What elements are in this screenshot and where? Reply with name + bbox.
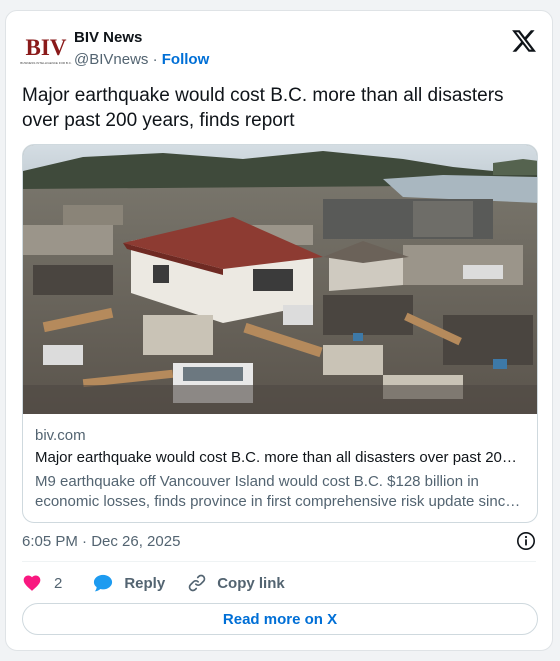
x-logo-icon[interactable] bbox=[512, 29, 536, 53]
link-description: M9 earthquake off Vancouver Island would… bbox=[35, 473, 521, 510]
link-title: Major earthquake would cost B.C. more th… bbox=[35, 449, 517, 466]
avatar-logo-text: BIV bbox=[25, 35, 67, 60]
tsunami-debris-photo bbox=[23, 145, 537, 414]
post-text: Major earthquake would cost B.C. more th… bbox=[22, 85, 504, 131]
speech-bubble-icon bbox=[94, 574, 113, 592]
like-count: 2 bbox=[54, 574, 63, 592]
embedded-post-card: BIV BUSINESS INTELLIGENCE FOR B.C. BIV N… bbox=[5, 10, 553, 651]
link-preview-card[interactable]: biv.com Major earthquake would cost B.C.… bbox=[22, 144, 538, 523]
follow-button[interactable]: Follow bbox=[162, 51, 210, 68]
author-handle-row: @BIVnews · Follow bbox=[74, 51, 209, 68]
post-actions: 2 Reply Copy link bbox=[22, 571, 285, 595]
reply-button[interactable]: Reply bbox=[92, 573, 165, 593]
link-preview-meta: biv.com Major earthquake would cost B.C.… bbox=[35, 426, 525, 512]
author-avatar[interactable]: BIV BUSINESS INTELLIGENCE FOR B.C. bbox=[20, 29, 72, 73]
link-domain: biv.com bbox=[35, 427, 86, 444]
copy-link-button[interactable]: Copy link bbox=[187, 573, 285, 593]
copy-link-label: Copy link bbox=[217, 574, 285, 592]
author-name[interactable]: BIV News bbox=[74, 29, 142, 46]
like-button[interactable]: 2 bbox=[22, 573, 62, 593]
divider bbox=[22, 561, 536, 562]
handle-separator: · bbox=[152, 51, 158, 68]
reply-label: Reply bbox=[124, 574, 166, 592]
link-icon bbox=[188, 574, 206, 592]
info-icon[interactable] bbox=[516, 531, 536, 551]
read-more-button[interactable]: Read more on X bbox=[22, 603, 538, 635]
heart-icon bbox=[23, 575, 41, 591]
author-handle[interactable]: @BIVnews bbox=[74, 51, 148, 68]
avatar-logo-subtext: BUSINESS INTELLIGENCE FOR B.C. bbox=[20, 61, 72, 65]
post-header: BIV BUSINESS INTELLIGENCE FOR B.C. BIV N… bbox=[20, 27, 536, 75]
post-timestamp[interactable]: 6:05 PM · Dec 26, 2025 bbox=[22, 532, 180, 552]
